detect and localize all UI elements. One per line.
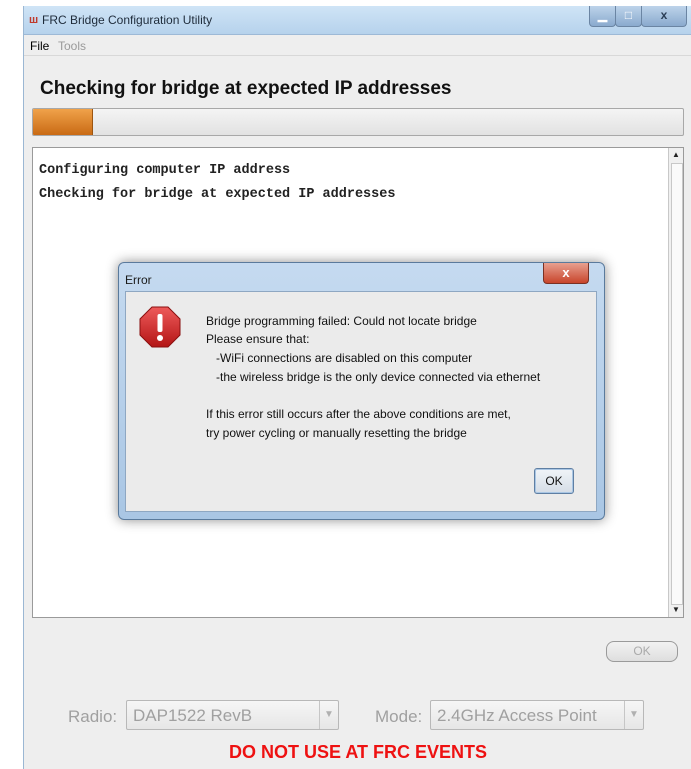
scroll-up-arrow-icon[interactable]: ▲ — [669, 148, 683, 162]
dialog-message-line: -the wireless bridge is the only device … — [206, 370, 541, 384]
dialog-message-line: -WiFi connections are disabled on this c… — [206, 351, 473, 365]
log-text: Configuring computer IP address Checking… — [39, 159, 395, 207]
ok-button-disabled[interactable]: OK — [606, 641, 678, 662]
config-row: Radio: DAP1522 RevB ▼ Mode: 2.4GHz Acces… — [24, 700, 691, 730]
dialog-message-line: If this error still occurs after the abo… — [206, 407, 511, 421]
status-heading: Checking for bridge at expected IP addre… — [40, 78, 452, 99]
menu-tools[interactable]: Tools — [58, 39, 86, 53]
radio-select-value: DAP1522 RevB — [133, 706, 253, 725]
log-scrollbar[interactable]: ▲ ▼ — [668, 148, 683, 617]
dialog-message-line: try power cycling or manually resetting … — [206, 426, 467, 440]
progress-bar — [32, 108, 684, 136]
dialog-message-line: Bridge programming failed: Could not loc… — [206, 314, 477, 328]
window-title: FRC Bridge Configuration Utility — [42, 13, 213, 27]
scroll-thumb[interactable] — [671, 163, 683, 605]
dialog-close-button[interactable]: x — [543, 263, 589, 284]
title-bar[interactable]: ш FRC Bridge Configuration Utility ▁ □ x — [24, 6, 691, 35]
menu-file[interactable]: File — [30, 39, 49, 53]
chevron-down-icon: ▼ — [624, 701, 643, 729]
error-icon — [139, 306, 181, 348]
frc-logo-icon: ш — [29, 14, 39, 26]
dialog-content: Bridge programming failed: Could not loc… — [125, 291, 597, 512]
mode-label: Mode: — [375, 707, 423, 726]
dialog-message-line: Please ensure that: — [206, 332, 310, 346]
mode-select-value: 2.4GHz Access Point — [437, 706, 597, 725]
dialog-title: Error — [125, 273, 152, 287]
scroll-down-arrow-icon[interactable]: ▼ — [669, 603, 683, 617]
error-dialog: Error x Bridge programming failed: Could… — [118, 262, 605, 520]
dialog-ok-button[interactable]: OK — [534, 468, 574, 494]
event-warning: DO NOT USE AT FRC EVENTS — [228, 742, 487, 762]
mode-select[interactable]: 2.4GHz Access Point ▼ — [430, 700, 644, 730]
radio-select[interactable]: DAP1522 RevB ▼ — [126, 700, 339, 730]
progress-fill — [33, 109, 93, 135]
minimize-button[interactable]: ▁ — [589, 6, 616, 27]
log-line: Checking for bridge at expected IP addre… — [39, 187, 396, 202]
log-line: Configuring computer IP address — [39, 163, 291, 178]
maximize-button[interactable]: □ — [615, 6, 642, 27]
chevron-down-icon: ▼ — [319, 701, 338, 729]
radio-label: Radio: — [68, 707, 118, 726]
close-button[interactable]: x — [641, 6, 687, 27]
menu-bar: File Tools — [24, 35, 691, 56]
